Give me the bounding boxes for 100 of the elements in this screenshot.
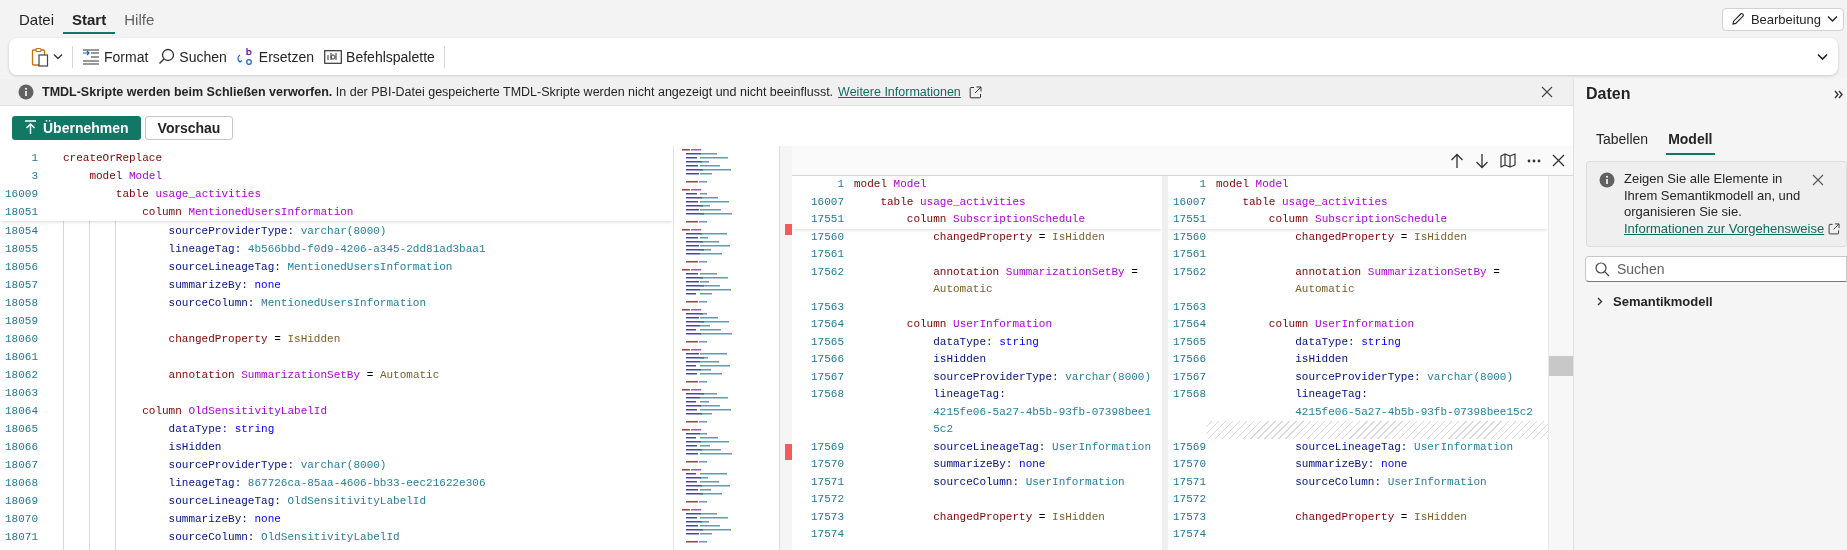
search-icon xyxy=(158,48,176,65)
code-line: isHidden xyxy=(932,352,987,367)
close-icon[interactable] xyxy=(1812,174,1824,186)
code-line: model Model xyxy=(88,169,163,184)
replace-button[interactable]: Ersetzen xyxy=(231,42,320,71)
menu-tab[interactable]: Datei xyxy=(10,4,64,34)
double-chevron-icon[interactable] xyxy=(1834,89,1843,99)
external-link-icon[interactable] xyxy=(968,85,982,99)
code-line: changedProperty = IsHidden xyxy=(932,229,1105,245)
preview-button[interactable]: Vorschau xyxy=(144,115,234,140)
pencil-icon xyxy=(1730,12,1745,26)
line-number: 18067 xyxy=(4,458,38,473)
mode-dropdown[interactable]: Bearbeitung xyxy=(1721,7,1844,31)
code-line: lineageTag: xyxy=(1294,387,1368,402)
code-line: table usage_activities xyxy=(114,187,262,202)
code-line: sourceProviderType: varchar(8000) xyxy=(167,224,387,239)
close-icon[interactable] xyxy=(1552,154,1565,167)
line-number: 18054 xyxy=(4,224,38,239)
code-line: changedProperty = IsHidden xyxy=(932,509,1105,525)
line-number: 18070 xyxy=(4,512,38,527)
code-line: sourceColumn: OldSensitivityLabelId xyxy=(167,530,400,545)
line-number: 18066 xyxy=(4,440,38,455)
command-palette-button[interactable]: Befehlspalette xyxy=(319,44,440,69)
panel-tab[interactable]: Modell xyxy=(1666,127,1715,155)
more-info-link[interactable]: Weitere Informationen xyxy=(838,85,961,99)
how-to-link[interactable]: Informationen zur Vorgehensweise xyxy=(1624,220,1825,237)
change-marker xyxy=(785,444,792,460)
line-number: 17565 xyxy=(1172,334,1206,350)
format-button[interactable]: Format xyxy=(77,44,154,69)
line-number: 17562 xyxy=(1172,264,1206,280)
arrow-up-icon[interactable] xyxy=(1450,152,1464,169)
line-number: 16007 xyxy=(810,194,844,210)
code-line: table usage_activities xyxy=(879,194,1026,210)
code-line: sourceProviderType: varchar(8000) xyxy=(932,369,1152,385)
line-number: 17566 xyxy=(810,352,844,367)
code-line: sourceProviderType: varchar(8000) xyxy=(1294,369,1514,385)
apply-button[interactable]: Übernehmen xyxy=(12,115,141,140)
menu-tab[interactable]: Start xyxy=(63,4,116,34)
scrollbar-thumb[interactable] xyxy=(1549,356,1573,376)
code-line: model Model xyxy=(1215,177,1289,192)
line-number: 17569 xyxy=(810,439,844,455)
code-line: sourceLineageTag: OldSensitivityLabelId xyxy=(167,494,427,509)
code-line: sourceColumn: UserInformation xyxy=(1294,474,1487,490)
line-number: 16007 xyxy=(1172,194,1206,210)
line-number: 18062 xyxy=(4,368,38,383)
line-number: 17568 xyxy=(810,387,844,402)
map-icon[interactable] xyxy=(1500,153,1516,168)
code-line: summarizeBy: none xyxy=(167,278,281,293)
search-field[interactable]: Suchen xyxy=(1585,256,1847,282)
line-number: 17573 xyxy=(810,509,844,525)
change-marker xyxy=(785,224,792,235)
line-number: 17571 xyxy=(810,474,844,490)
code-line: table usage_activities xyxy=(1241,194,1388,210)
line-number: 17551 xyxy=(810,212,844,227)
arrow-down-icon[interactable] xyxy=(1475,152,1489,169)
code-line: column UserInformation xyxy=(1267,317,1415,332)
line-number: 18057 xyxy=(4,278,38,293)
more-icon[interactable] xyxy=(1527,158,1541,163)
close-icon[interactable] xyxy=(1541,86,1553,98)
line-number: 17561 xyxy=(1172,247,1206,262)
code-line: createOrReplace xyxy=(62,151,163,166)
code-line: sourceColumn: MentionedUsersInformation xyxy=(167,296,427,311)
code-line: column MentionedUsersInformation xyxy=(141,205,354,220)
line-number: 17564 xyxy=(1172,317,1206,332)
line-number: 18055 xyxy=(4,242,38,257)
code-line: column UserInformation xyxy=(905,317,1053,332)
line-number: 18065 xyxy=(4,422,38,437)
code-editor[interactable] xyxy=(0,146,674,550)
indent-icon xyxy=(82,48,100,65)
line-number: 17574 xyxy=(810,527,844,542)
code-line: column OldSensitivityLabelId xyxy=(141,404,328,419)
panel-title: Daten xyxy=(1586,85,1631,103)
tree-item[interactable]: Semantikmodell xyxy=(1596,294,1847,309)
line-number: 18060 xyxy=(4,332,38,347)
info-icon xyxy=(1599,172,1615,188)
code-line: model Model xyxy=(853,177,927,192)
panel-tab[interactable]: Tabellen xyxy=(1594,127,1651,155)
line-number: 18068 xyxy=(4,476,38,491)
code-line: column SubscriptionSchedule xyxy=(905,212,1086,227)
code-line: lineageTag: xyxy=(932,387,1006,402)
code-line: summarizeBy: none xyxy=(167,512,281,527)
search-button[interactable]: Suchen xyxy=(153,44,232,69)
line-number: 16009 xyxy=(4,187,38,202)
external-link-icon[interactable] xyxy=(1828,222,1841,235)
code-line: summarizeBy: none xyxy=(1294,457,1408,472)
code-line: Automatic xyxy=(932,282,993,297)
code-line: annotation SummarizationSetBy = xyxy=(932,264,1138,280)
code-line: column SubscriptionSchedule xyxy=(1267,212,1448,227)
line-number: 17561 xyxy=(810,247,844,262)
line-number: 17562 xyxy=(810,264,844,280)
line-number: 17568 xyxy=(1172,387,1206,402)
upload-icon xyxy=(24,120,37,135)
collapse-caret-icon[interactable] xyxy=(1817,52,1828,61)
code-line: annotation SummarizationSetBy = Automatic xyxy=(167,368,440,383)
clipboard-icon xyxy=(31,46,49,67)
code-line: isHidden xyxy=(167,440,222,455)
diff-pane[interactable] xyxy=(792,176,1168,550)
code-line: dataType: string xyxy=(167,422,275,437)
code-line: sourceColumn: UserInformation xyxy=(932,474,1125,490)
menu-tab[interactable]: Hilfe xyxy=(115,4,164,34)
